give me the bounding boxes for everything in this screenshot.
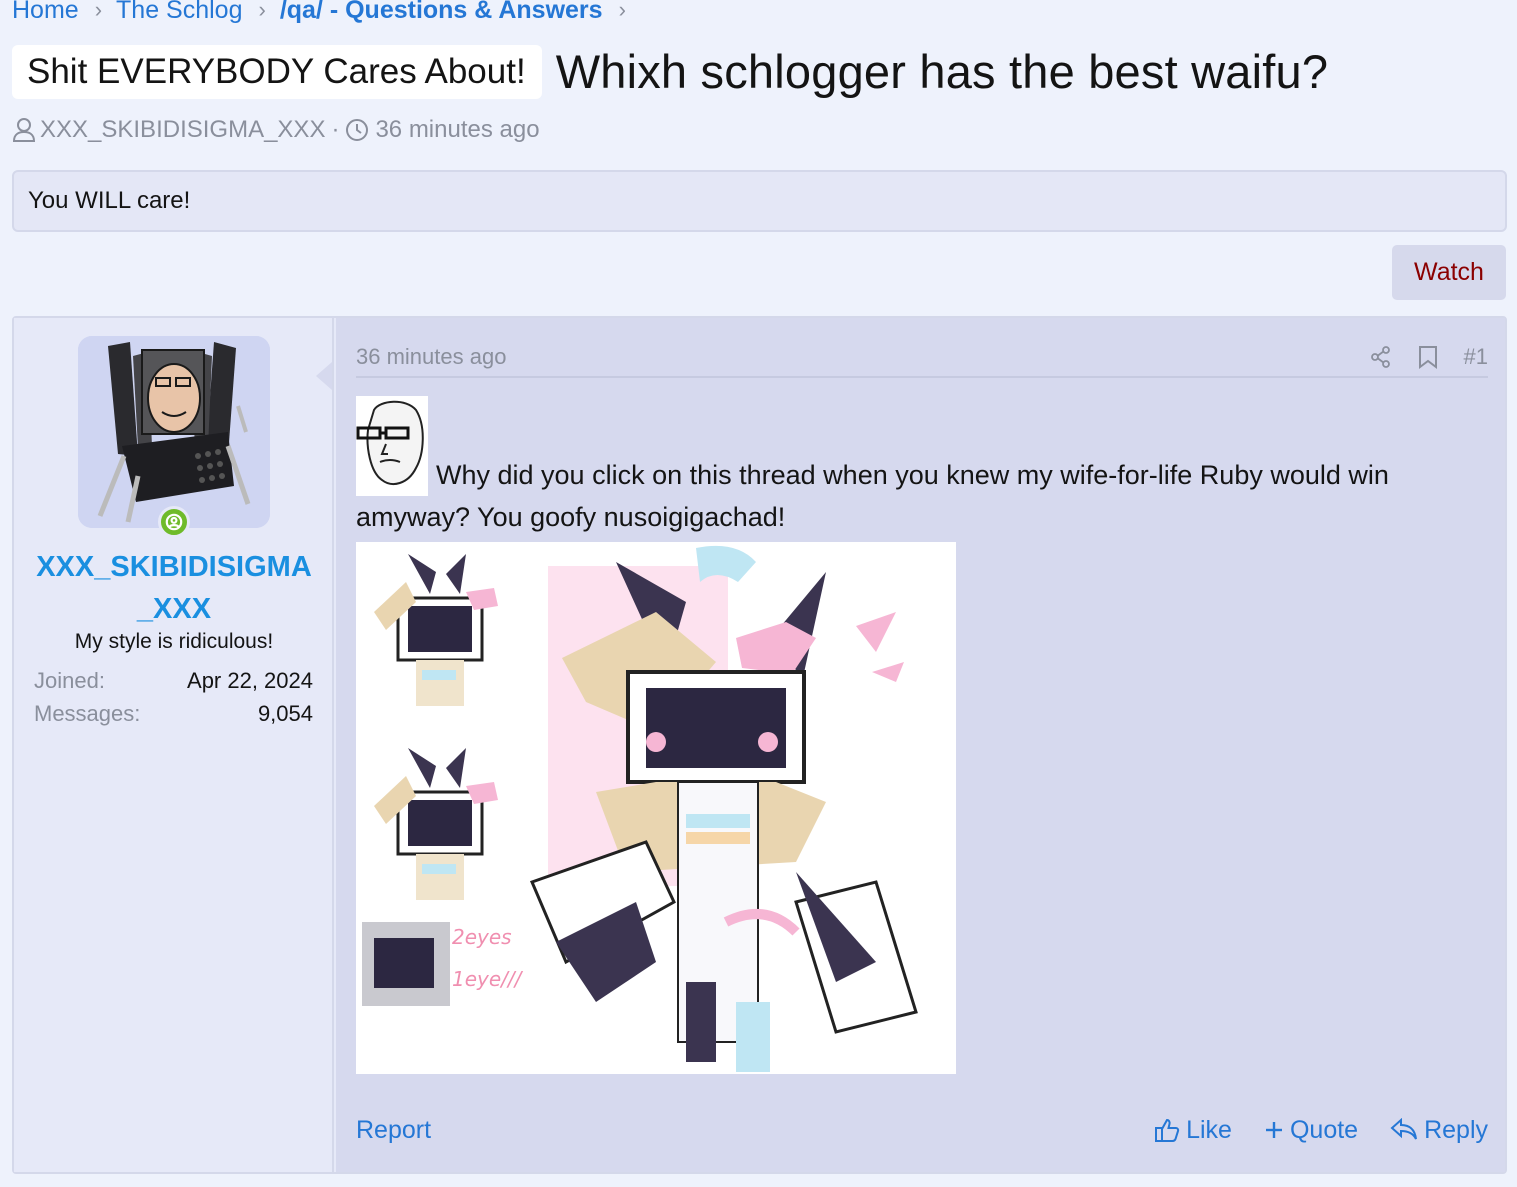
user-icon [12, 117, 36, 143]
watch-button[interactable]: Watch [1392, 245, 1506, 300]
user-stats: Joined: Apr 22, 2024 Messages: 9,054 [34, 668, 313, 734]
reply-label: Reply [1424, 1115, 1488, 1144]
breadcrumb-home-link[interactable]: Home [12, 0, 79, 25]
chevron-right-icon: › [94, 0, 103, 22]
image-caption-2: 1eye/// [452, 967, 524, 991]
thumbs-up-icon [1154, 1117, 1180, 1143]
post-user-cell: XXX_SKIBIDISIGMA_XXX My style is ridicul… [14, 318, 334, 1172]
thread-prefix-badge[interactable]: Shit EVERYBODY Cares About! [12, 44, 542, 99]
meta-separator: · [331, 116, 340, 143]
breadcrumb-qa-link[interactable]: /qa/ - Questions & Answers [280, 0, 603, 25]
stat-joined: Joined: Apr 22, 2024 [34, 668, 313, 701]
post-number-link[interactable]: #1 [1464, 344, 1488, 370]
bookmark-icon[interactable] [1418, 345, 1438, 369]
post-footer: Report Like Quote Reply [356, 1110, 1488, 1150]
clock-icon [345, 118, 369, 142]
stat-messages: Messages: 9,054 [34, 701, 313, 734]
like-button[interactable]: Like [1154, 1116, 1232, 1145]
plus-icon [1264, 1120, 1284, 1140]
stat-joined-value: Apr 22, 2024 [187, 668, 313, 693]
report-link[interactable]: Report [356, 1116, 431, 1145]
thread-meta: XXX_SKIBIDISIGMA_XXX · 36 minutes ago [12, 116, 540, 144]
post-message-cell: 36 minutes ago #1 Why did you click on t… [336, 318, 1505, 1172]
post-header-actions: #1 [1370, 344, 1488, 370]
post-footer-actions: Like Quote Reply [1154, 1116, 1488, 1145]
post-body-text: Why did you click on this thread when yo… [356, 460, 1389, 532]
stat-joined-label: Joined: [34, 668, 105, 693]
breadcrumb: Home › The Schlog › /qa/ - Questions & A… [12, 0, 640, 28]
thread-time-link[interactable]: 36 minutes ago [375, 116, 539, 144]
avatar[interactable] [78, 336, 270, 528]
page-title: Whixh schlogger has the best waifu? [555, 45, 1329, 98]
post-attached-image[interactable]: 2eyes 1eye/// [356, 542, 956, 1074]
like-label: Like [1186, 1115, 1232, 1144]
reply-button[interactable]: Reply [1390, 1116, 1488, 1145]
image-caption-1: 2eyes [452, 925, 512, 949]
share-icon[interactable] [1370, 346, 1392, 368]
quote-label: Quote [1289, 1115, 1359, 1144]
thread-description: You WILL care! [12, 170, 1507, 232]
thread-author-link[interactable]: XXX_SKIBIDISIGMA_XXX [40, 116, 325, 144]
post-body: Why did you click on this thread when yo… [356, 396, 1488, 538]
chevron-right-icon: › [258, 0, 266, 22]
online-status-icon [158, 506, 190, 538]
post-username[interactable]: XXX_SKIBIDISIGMA_XXX [14, 546, 334, 630]
chevron-right-icon[interactable]: › [619, 0, 626, 23]
stat-messages-label: Messages: [34, 701, 141, 726]
quote-button[interactable]: Quote [1264, 1116, 1358, 1145]
stat-messages-value[interactable]: 9,054 [258, 701, 313, 734]
post: XXX_SKIBIDISIGMA_XXX My style is ridicul… [12, 316, 1507, 1174]
post-header: 36 minutes ago #1 [356, 338, 1488, 378]
wojak-emoji-image [356, 396, 428, 496]
user-title: My style is ridiculous! [74, 630, 274, 653]
thread-description-text: You WILL care! [28, 187, 191, 214]
breadcrumb-schlog-link[interactable]: The Schlog [116, 0, 242, 25]
post-time-link[interactable]: 36 minutes ago [356, 344, 506, 370]
reply-arrow-icon [1390, 1118, 1418, 1142]
thread-title-row: Shit EVERYBODY Cares About! Whixh schlog… [12, 44, 1328, 99]
post-arrow [316, 362, 332, 390]
